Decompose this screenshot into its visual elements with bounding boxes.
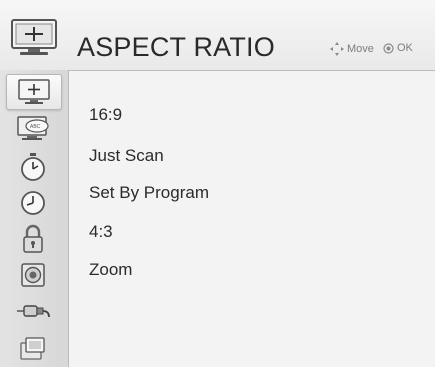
speaker-icon [21,263,45,287]
page-title: ASPECT RATIO [77,32,275,62]
option-zoom[interactable]: Zoom [89,260,132,280]
picture-icon [18,79,50,104]
option-set-by-program[interactable]: Set By Program [89,183,209,203]
audio-icon: ABC [17,116,49,140]
ok-hint-label: OK [397,42,413,54]
menu-header: ASPECT RATIO Move OK [0,0,435,71]
ok-button-icon [383,42,394,54]
move-hint-label: Move [347,43,374,55]
option-16-9[interactable]: 16:9 [89,105,122,125]
sidebar-item-time[interactable] [6,186,60,220]
svg-text:ABC: ABC [30,124,41,130]
sidebar-item-lock[interactable] [6,222,60,256]
sidebar-item-input[interactable] [6,294,60,328]
aspect-ratio-options: 16:9 Just Scan Set By Program 4:3 Zoom [69,71,435,367]
lock-icon [23,224,43,253]
sidebar-item-timer[interactable] [6,150,60,184]
input-plug-icon [17,305,50,318]
sidebar-item-picture[interactable] [6,74,62,110]
sidebar-item-sound[interactable] [6,258,60,292]
category-sidebar: ABC [0,70,69,367]
move-hint: Move [330,42,374,56]
ok-hint: OK [383,42,413,54]
sidebar-item-option[interactable] [6,332,60,366]
option-4-3[interactable]: 4:3 [89,222,113,242]
clock-icon [21,191,45,215]
option-just-scan[interactable]: Just Scan [89,146,164,166]
aspect-ratio-menu: ASPECT RATIO Move OK ABC 16:9 Just Scan … [0,0,435,367]
sidebar-item-audio[interactable]: ABC [6,112,60,146]
navigate-arrows-icon [330,42,344,56]
timer-icon [21,153,45,181]
picture-icon [10,18,58,58]
option-icon [20,337,45,360]
